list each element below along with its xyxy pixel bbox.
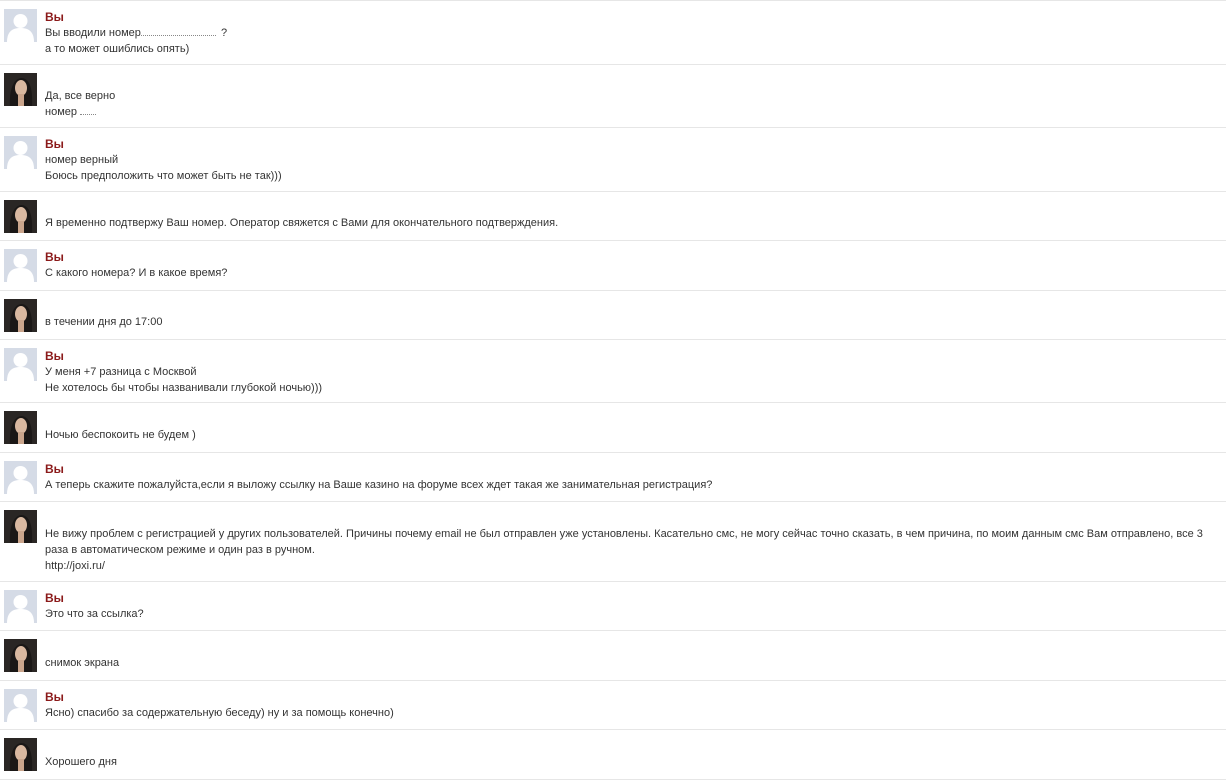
message-text: ?: [220, 27, 228, 39]
operator-avatar: [4, 200, 37, 233]
message-text: Ночью беспокоить не будем ): [45, 429, 196, 441]
message-text: Не вижу проблем с регистрацией у других …: [45, 528, 1203, 556]
redacted-phone: [80, 105, 97, 115]
operator-avatar: [4, 510, 37, 543]
message-text: Вы вводили номер: [45, 27, 141, 39]
message-text: Да, все верно: [45, 90, 116, 102]
default-user-avatar: [4, 136, 37, 169]
message-text: снимок экрана: [45, 657, 120, 669]
message-agent: Ночью беспокоить не будем ): [0, 402, 1226, 453]
message-agent: Да, все верно номер: [0, 64, 1226, 128]
message-text: А теперь скажите пожалуйста,если я вылож…: [45, 479, 713, 491]
message-text: в течении дня до 17:00: [45, 316, 163, 328]
message-agent: снимок экрана: [0, 630, 1226, 681]
message-user: Вы номер верный Боюсь предположить что м…: [0, 127, 1226, 192]
author-name: Вы: [45, 690, 64, 704]
default-user-avatar: [4, 689, 37, 722]
default-user-avatar: [4, 461, 37, 494]
message-text: У меня +7 разница с Москвой: [45, 366, 197, 378]
message-text: С какого номера? И в какое время?: [45, 267, 228, 279]
message-text: Ясно) спасибо за содержательную беседу) …: [45, 707, 394, 719]
author-name: Вы: [45, 349, 64, 363]
message-text: Это что за ссылка?: [45, 608, 144, 620]
message-link[interactable]: http://joxi.ru/: [45, 558, 1218, 574]
default-user-avatar: [4, 590, 37, 623]
message-user: Вы А теперь скажите пожалуйста,если я вы…: [0, 452, 1226, 502]
default-user-avatar: [4, 348, 37, 381]
author-name: Вы: [45, 591, 64, 605]
message-text: номер верный: [45, 154, 119, 166]
operator-avatar: [4, 639, 37, 672]
message-user: Вы У меня +7 разница с Москвой Не хотело…: [0, 339, 1226, 403]
operator-avatar: [4, 738, 37, 771]
message-agent: Не вижу проблем с регистрацией у других …: [0, 501, 1226, 582]
author-name: Вы: [45, 10, 64, 24]
redacted-phone: [140, 26, 216, 36]
message-text: Боюсь предположить что может быть не так…: [45, 170, 282, 182]
message-text: Не хотелось бы чтобы названивали глубоко…: [45, 382, 323, 394]
message-user: Вы Вы вводили номер ? а то может ошиблис…: [0, 0, 1226, 65]
message-text: Я временно подтвержу Ваш номер. Оператор…: [45, 217, 559, 229]
operator-avatar: [4, 73, 37, 106]
message-text: а то может ошиблись опять): [45, 43, 190, 55]
message-agent: Хорошего дня: [0, 729, 1226, 780]
message-user: Вы Ясно) спасибо за содержательную бесед…: [0, 680, 1226, 730]
message-text: Хорошего дня: [45, 756, 117, 768]
message-text: номер: [45, 106, 77, 118]
author-name: Вы: [45, 137, 64, 151]
message-agent: Я временно подтвержу Ваш номер. Оператор…: [0, 191, 1226, 241]
operator-avatar: [4, 411, 37, 444]
author-name: Вы: [45, 250, 64, 264]
message-user: Вы Это что за ссылка?: [0, 581, 1226, 631]
default-user-avatar: [4, 249, 37, 282]
author-name: Вы: [45, 462, 64, 476]
message-agent: в течении дня до 17:00: [0, 290, 1226, 340]
operator-avatar: [4, 299, 37, 332]
default-user-avatar: [4, 9, 37, 42]
message-user: Вы С какого номера? И в какое время?: [0, 240, 1226, 291]
